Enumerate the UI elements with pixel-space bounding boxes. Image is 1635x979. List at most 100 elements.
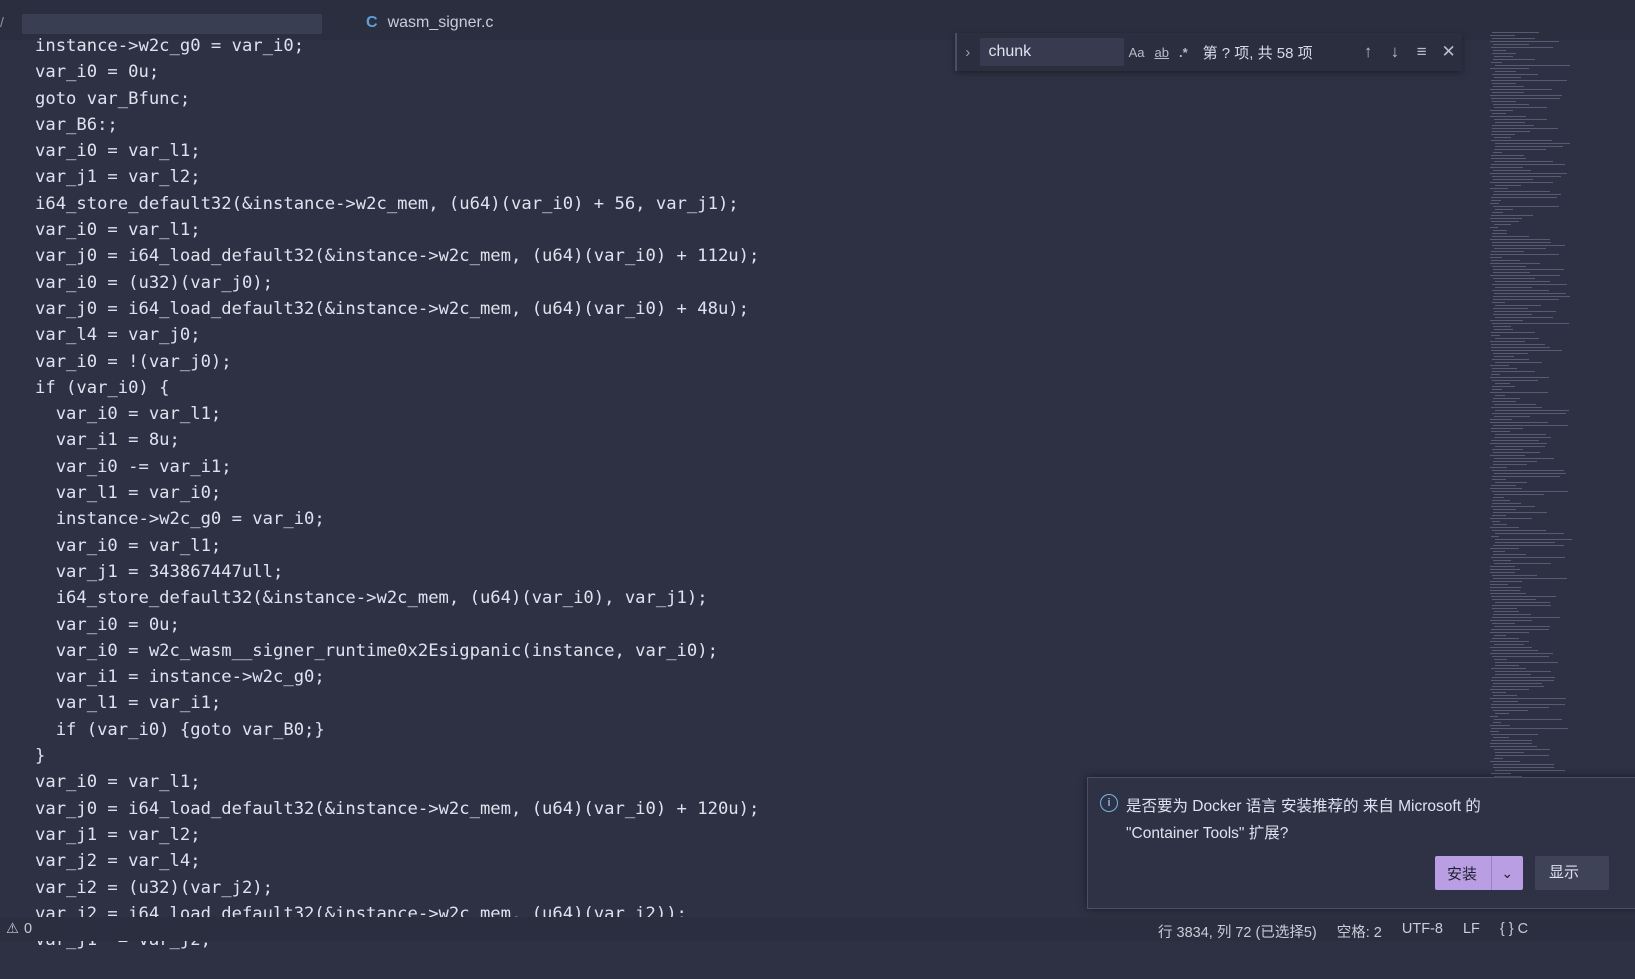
minimap-line	[1490, 653, 1553, 654]
code-line[interactable]: var_j0 = i64_load_default32(&instance->w…	[35, 243, 759, 269]
minimap-line	[1493, 206, 1559, 207]
code-line[interactable]: var_i0 = 0u;	[35, 59, 759, 85]
minimap-line	[1495, 602, 1550, 603]
code-line[interactable]: var_i0 = var_l1;	[35, 138, 759, 164]
minimap-line	[1492, 53, 1516, 54]
minimap-line	[1494, 248, 1546, 249]
minimap-line	[1491, 62, 1502, 63]
minimap-line	[1492, 413, 1566, 414]
minimap-line	[1492, 290, 1549, 291]
minimap-line	[1490, 263, 1540, 264]
minimap-line	[1492, 521, 1500, 522]
code-line[interactable]: if (var_i0) {goto var_B0;}	[35, 717, 759, 743]
code-line[interactable]: var_i0 = w2c_wasm__signer_runtime0x2Esig…	[35, 638, 759, 664]
code-line[interactable]: var_l1 = var_i1;	[35, 690, 759, 716]
code-line[interactable]: var_i0 = 0u;	[35, 612, 759, 638]
code-line[interactable]: var_l4 = var_j0;	[35, 322, 759, 348]
code-line[interactable]: var_i2 = (u32)(var_j2);	[35, 875, 759, 901]
minimap-line	[1494, 149, 1546, 150]
chevron-down-icon[interactable]: ⌄	[1492, 865, 1523, 882]
code-line[interactable]: }	[35, 743, 759, 769]
close-icon[interactable]: ✕	[1435, 42, 1462, 62]
minimap-line	[1492, 389, 1502, 390]
code-line[interactable]: var_i0 = !(var_j0);	[35, 349, 759, 375]
code-line[interactable]: if (var_i0) {	[35, 375, 759, 401]
code-line[interactable]: var_j0 = i64_load_default32(&instance->w…	[35, 296, 759, 322]
minimap-line	[1493, 230, 1507, 231]
minimap-line	[1492, 677, 1555, 678]
minimap-line	[1490, 572, 1515, 573]
toggle-replace-icon[interactable]: ›	[957, 44, 978, 61]
code-line[interactable]: var_l1 = var_i0;	[35, 480, 759, 506]
code-line[interactable]: var_i0 = var_l1;	[35, 217, 759, 243]
blurred-tab[interactable]	[22, 14, 322, 34]
install-button[interactable]: 安装 ⌄	[1435, 856, 1523, 890]
minimap-line	[1491, 347, 1550, 348]
code-line[interactable]: i64_store_default32(&instance->w2c_mem, …	[35, 191, 759, 217]
code-line[interactable]: var_i0 = var_l1;	[35, 401, 759, 427]
find-in-selection-icon[interactable]: ≡	[1408, 42, 1435, 62]
minimap-line	[1490, 116, 1526, 117]
show-button[interactable]: 显示	[1535, 856, 1609, 890]
code-editor[interactable]: instance->w2c_g0 = var_i0; var_i0 = 0u; go…	[35, 33, 759, 953]
minimap-line	[1493, 695, 1517, 696]
minimap-line	[1493, 560, 1511, 561]
minimap-line	[1494, 293, 1566, 294]
problems-count: 0	[24, 921, 33, 937]
code-line[interactable]: var_j1 = var_l2;	[35, 164, 759, 190]
minimap-line	[1494, 458, 1554, 459]
minimap-line	[1495, 383, 1510, 384]
code-line[interactable]: var_j1 = var_l2;	[35, 822, 759, 848]
minimap-line	[1492, 284, 1567, 285]
regex-icon[interactable]: .*	[1174, 45, 1193, 60]
minimap-line	[1495, 362, 1542, 363]
minimap-line	[1495, 665, 1519, 666]
minimap-line	[1493, 554, 1526, 555]
indentation[interactable]: 空格: 2	[1337, 921, 1382, 942]
code-line[interactable]: i64_store_default32(&instance->w2c_mem, …	[35, 585, 759, 611]
minimap-line	[1491, 374, 1500, 375]
code-line[interactable]: var_i0 -= var_i1;	[35, 454, 759, 480]
minimap-line	[1490, 95, 1562, 96]
end-of-line[interactable]: LF	[1463, 921, 1480, 942]
code-line[interactable]: var_B6:;	[35, 112, 759, 138]
minimap-line	[1494, 563, 1551, 564]
language-mode[interactable]: { } C	[1500, 921, 1528, 942]
minimap-line	[1491, 536, 1499, 537]
minimap-line	[1491, 221, 1519, 222]
minimap-line	[1490, 620, 1532, 621]
code-line[interactable]: var_j0 = i64_load_default32(&instance->w…	[35, 796, 759, 822]
arrow-up-icon[interactable]: ↑	[1355, 42, 1382, 62]
match-case-icon[interactable]: Aa	[1124, 45, 1150, 60]
minimap-line	[1491, 440, 1539, 441]
find-result-count: 第 ? 项, 共 58 项	[1202, 44, 1313, 62]
minimap-line	[1492, 686, 1544, 687]
code-line[interactable]: goto var_Bfunc;	[35, 86, 759, 112]
code-line[interactable]: instance->w2c_g0 = var_i0;	[35, 33, 759, 59]
code-line[interactable]: var_i0 = (u32)(var_j0);	[35, 270, 759, 296]
problems-indicator[interactable]: ⚠ 0	[6, 921, 32, 937]
code-line[interactable]: var_i1 = 8u;	[35, 427, 759, 453]
arrow-down-icon[interactable]: ↓	[1382, 42, 1409, 62]
minimap-line	[1492, 368, 1517, 369]
minimap-line	[1493, 269, 1564, 270]
minimap-line	[1490, 548, 1519, 549]
code-line[interactable]: var_i1 = instance->w2c_g0;	[35, 664, 759, 690]
minimap-line	[1490, 320, 1523, 321]
encoding[interactable]: UTF-8	[1402, 921, 1443, 942]
minimap-line	[1495, 674, 1531, 675]
code-line[interactable]: var_j2 = var_l4;	[35, 848, 759, 874]
minimap-line	[1493, 710, 1528, 711]
cursor-position[interactable]: 行 3834, 列 72 (已选择5)	[1158, 921, 1317, 942]
minimap-line	[1491, 332, 1535, 333]
find-input[interactable]: chunk	[980, 38, 1124, 66]
minimap-line	[1492, 638, 1519, 639]
code-line[interactable]: var_i0 = var_l1;	[35, 769, 759, 795]
code-line[interactable]: var_j1 = 343867447ull;	[35, 559, 759, 585]
code-line[interactable]: var_i0 = var_l1;	[35, 533, 759, 559]
minimap-line	[1490, 35, 1515, 36]
whole-word-icon[interactable]: ab	[1149, 45, 1173, 60]
minimap-line	[1495, 713, 1509, 714]
code-line[interactable]: instance->w2c_g0 = var_i0;	[35, 506, 759, 532]
minimap-line	[1490, 188, 1508, 189]
